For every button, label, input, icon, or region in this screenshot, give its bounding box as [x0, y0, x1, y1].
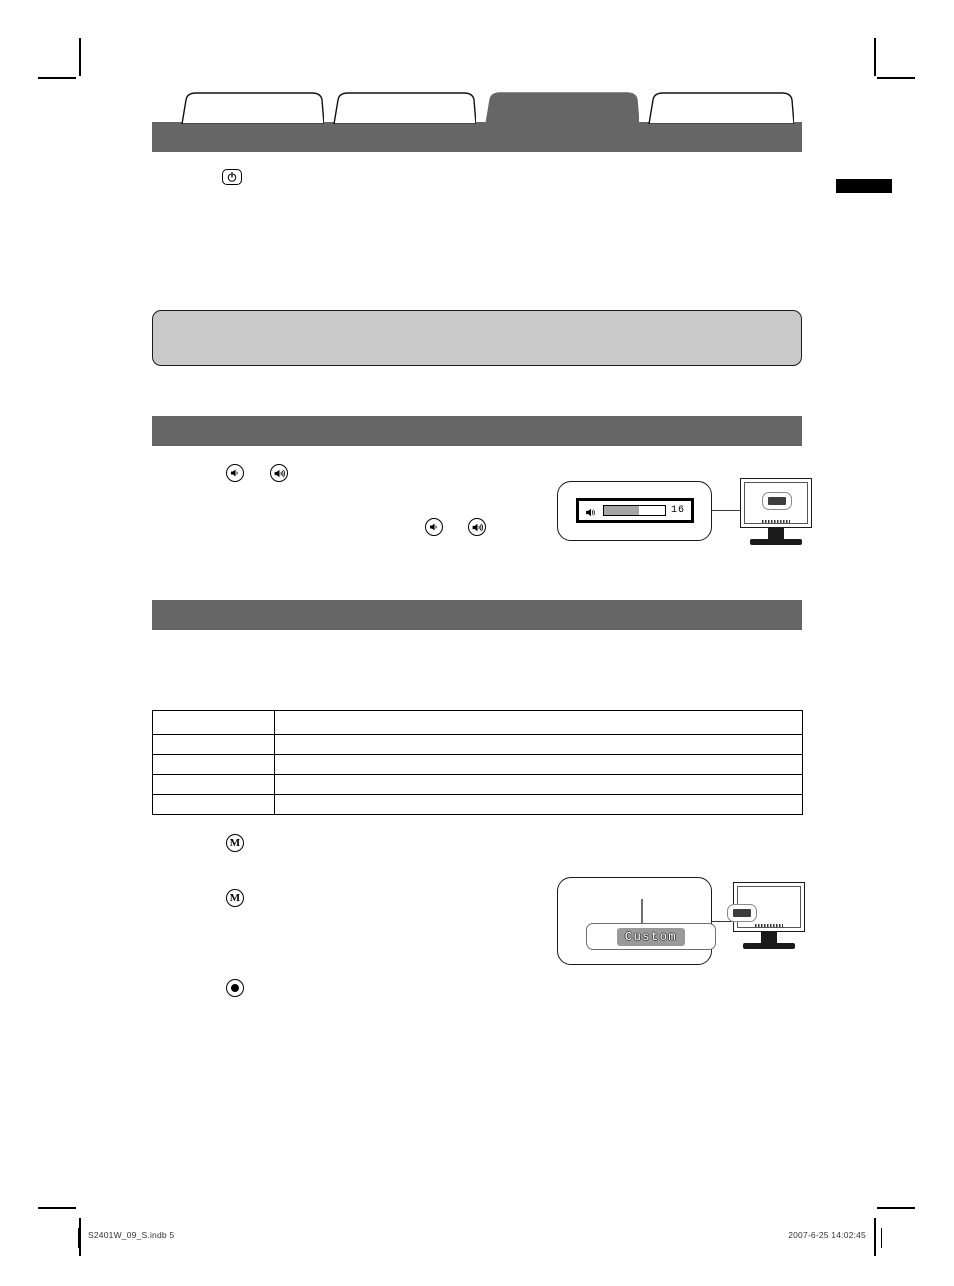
volume-osd-panel: 16: [576, 498, 694, 523]
mode-table: [152, 710, 803, 815]
volume-up-icon-glyph-2: [468, 518, 486, 536]
crop-mark-top-left-vertical: [79, 38, 81, 76]
mode-osd-illustration: Custom: [557, 877, 807, 967]
volume-monitor-illustration: [740, 478, 814, 548]
crop-mark-top-left-horizontal: [38, 77, 76, 79]
step-2-mode-button-icon[interactable]: M: [226, 889, 244, 907]
mode-osd-value: Custom: [616, 927, 686, 946]
footer-rule-left: [78, 1228, 79, 1248]
speaker-icon: [585, 505, 598, 517]
mode-button-icon-glyph-2: M: [226, 889, 244, 907]
volume-value: 16: [670, 505, 685, 516]
table-row: [152, 710, 803, 735]
speaker-high-symbol-2: [472, 523, 483, 531]
tab-2[interactable]: [324, 92, 476, 124]
tab-strip-base: [152, 122, 802, 152]
enter-dot: [231, 984, 239, 992]
table-cell: [274, 734, 803, 755]
footer-rule-right: [881, 1228, 882, 1248]
table-cell: [152, 774, 275, 795]
speaker-low-symbol: [231, 469, 238, 477]
table-row: [152, 774, 803, 795]
volume-section-heading: [152, 416, 802, 446]
volume-osd-illustration: 16: [557, 478, 812, 545]
table-cell: [274, 794, 803, 815]
speaker-high-symbol: [274, 469, 285, 477]
footer-filename: S2401W_09_S.indb 5: [88, 1230, 175, 1240]
monitor-control-dots: [755, 924, 783, 927]
monitor-osd-highlight: [762, 492, 792, 510]
volume-down-icon[interactable]: [226, 464, 244, 482]
table-cell: [152, 710, 275, 735]
table-cell: [274, 774, 803, 795]
monitor-base: [743, 943, 795, 949]
note-box: [152, 310, 802, 366]
volume-callout-line: [712, 510, 742, 512]
tab-1-label: [172, 92, 324, 124]
tab-4[interactable]: [639, 92, 794, 124]
volume-down-icon-glyph-2: [425, 518, 443, 536]
tab-2-label: [324, 92, 476, 124]
power-icon-glyph: [222, 168, 242, 185]
speaker-low-symbol-2: [430, 523, 437, 531]
power-button-icon: [222, 168, 242, 186]
tab-1[interactable]: [172, 92, 324, 124]
volume-up-icon[interactable]: [270, 464, 288, 482]
tab-3-label: [476, 92, 639, 124]
table-cell: [152, 794, 275, 815]
table-row: [152, 794, 803, 815]
mode-table-body: [152, 710, 803, 815]
mode-osd-bubble: Custom: [557, 877, 716, 965]
page-side-marker: [836, 179, 892, 193]
step-3-enter-button-icon[interactable]: [226, 979, 244, 997]
volume-bar-track: [603, 505, 666, 516]
table-cell: [274, 710, 803, 735]
footer-timestamp: 2007-6-25 14:02:45: [788, 1230, 866, 1240]
table-cell: [152, 734, 275, 755]
mode-osd-panel: Custom: [586, 923, 716, 950]
volume-up-icon-secondary[interactable]: [468, 518, 486, 536]
mode-section-heading: [152, 600, 802, 630]
table-row: [152, 754, 803, 775]
tab-4-label: [639, 92, 794, 124]
mode-monitor-illustration: [727, 882, 807, 952]
mode-osd-pointer: [641, 899, 643, 923]
table-cell: [274, 754, 803, 775]
volume-down-icon-secondary[interactable]: [425, 518, 443, 536]
crop-mark-bottom-left-horizontal: [38, 1207, 76, 1209]
speaker-symbol: [586, 508, 595, 517]
power-symbol: [227, 171, 237, 182]
monitor-osd-highlight: [727, 904, 757, 922]
table-cell: [152, 754, 275, 775]
monitor-osd-highlight-inner: [733, 909, 751, 917]
monitor-osd-highlight-inner: [768, 497, 786, 505]
chapter-tab-strip: [152, 92, 802, 152]
volume-bar-fill: [604, 506, 639, 515]
page-footer: S2401W_09_S.indb 5 2007-6-25 14:02:45: [0, 1228, 954, 1248]
crop-mark-top-right-vertical: [874, 38, 876, 76]
volume-osd-bubble: 16: [557, 481, 712, 541]
volume-down-icon-glyph: [226, 464, 244, 482]
crop-mark-bottom-right-horizontal: [877, 1207, 915, 1209]
tab-3[interactable]: [476, 92, 639, 124]
step-1-mode-button-icon[interactable]: M: [226, 834, 244, 852]
table-row: [152, 734, 803, 755]
monitor-control-dots: [762, 520, 790, 523]
volume-up-icon-glyph: [270, 464, 288, 482]
crop-mark-top-right-horizontal: [877, 77, 915, 79]
enter-button-icon-glyph: [226, 979, 244, 997]
mode-button-icon-glyph-1: M: [226, 834, 244, 852]
monitor-base: [750, 539, 802, 545]
